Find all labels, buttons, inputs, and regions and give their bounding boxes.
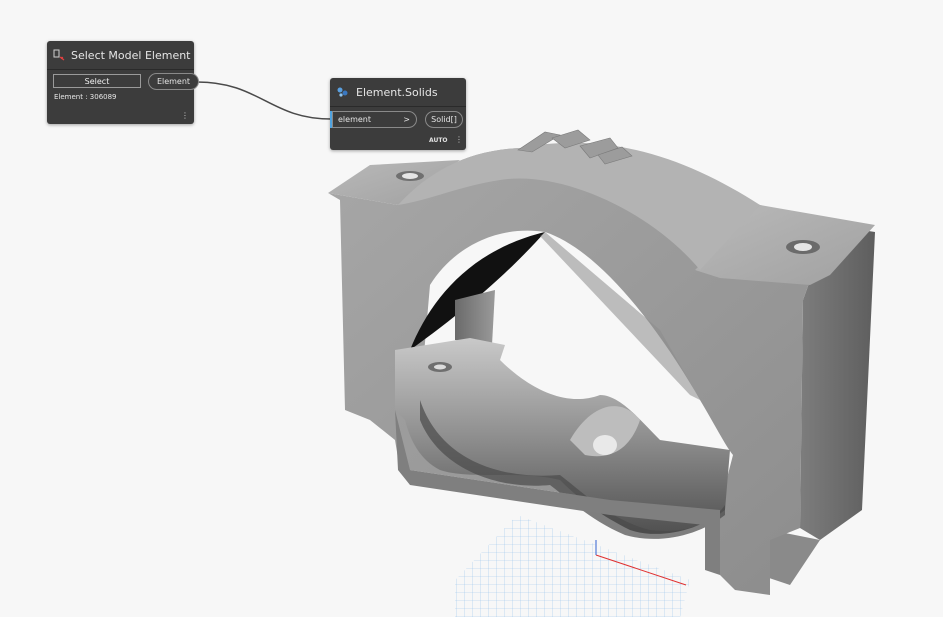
output-port-element[interactable]: Element <box>148 73 199 90</box>
input-port-element[interactable]: element > <box>332 111 417 128</box>
element-solids-node[interactable]: Element.Solids element > Solid[] AUTO ⋮ <box>330 78 466 150</box>
chevron-right-icon: > <box>403 115 410 124</box>
dynamo-canvas[interactable]: Select Model Element Select Element : 30… <box>0 0 943 617</box>
solids-icon <box>336 86 350 98</box>
node-header[interactable]: Element.Solids <box>330 78 466 107</box>
node-title: Select Model Element <box>71 48 191 62</box>
select-model-element-node[interactable]: Select Model Element Select Element : 30… <box>47 41 199 124</box>
select-element-icon <box>53 49 65 61</box>
vertical-ellipsis-icon[interactable]: ⋮ <box>455 136 463 144</box>
node-title: Element.Solids <box>356 85 438 99</box>
selected-element-id: Element : 306089 <box>54 93 117 101</box>
output-port-solids[interactable]: Solid[] <box>425 111 463 128</box>
lacing-mode-label[interactable]: AUTO <box>429 137 448 144</box>
node-header[interactable]: Select Model Element <box>47 41 194 70</box>
vertical-ellipsis-icon[interactable]: ⋮ <box>181 112 189 120</box>
select-button[interactable]: Select <box>53 74 141 88</box>
